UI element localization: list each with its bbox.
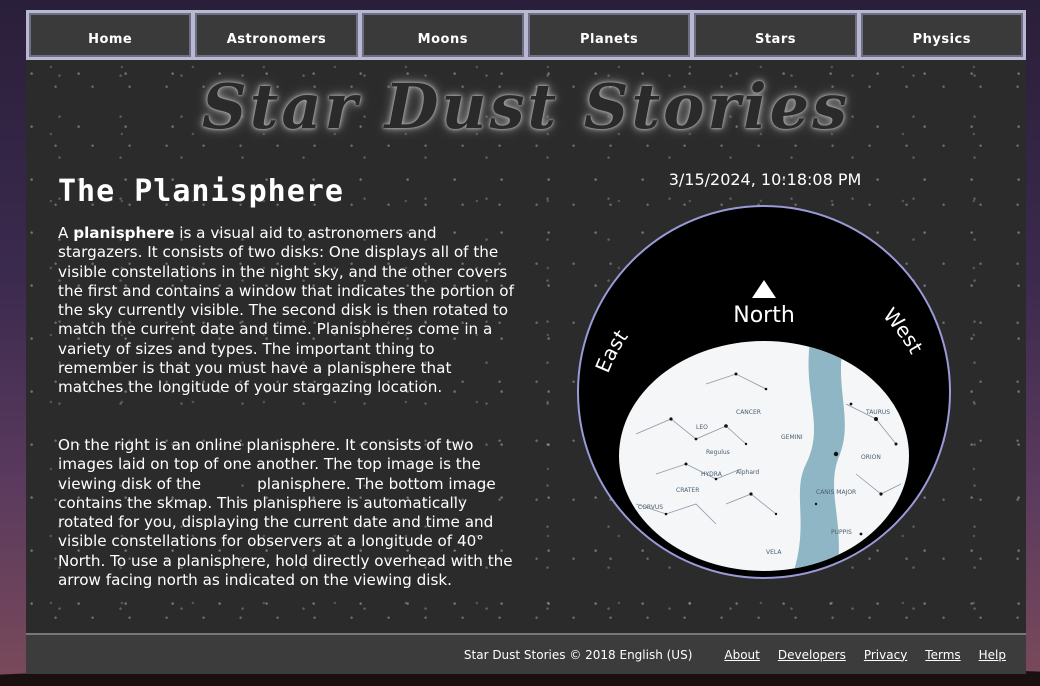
nav-home[interactable]: Home [29, 13, 192, 57]
constellation-label-canis-major: CANIS MAJOR [816, 489, 856, 496]
nav-planets[interactable]: Planets [527, 13, 691, 57]
constellation-label-crater: CRATER [676, 487, 699, 494]
constellation-label-orion: ORION [861, 454, 881, 461]
footer-link-privacy[interactable]: Privacy [864, 648, 907, 662]
constellation-label-cancer: CANCER [736, 409, 761, 416]
intro-paragraph: A planisphere is a visual aid to astrono… [58, 224, 518, 398]
site-footer: Star Dust Stories © 2018 English (US) Ab… [26, 633, 1026, 674]
constellation-label-leo: LEO [696, 424, 708, 431]
constellation-label-vela: VELA [766, 549, 782, 556]
site-title: Star Dust Stories [201, 70, 851, 143]
nav-astronomers[interactable]: Astronomers [195, 13, 358, 57]
intro-text-rest: is a visual aid to astronomers and starg… [58, 224, 514, 397]
constellation-label-gemini: GEMINI [781, 434, 803, 441]
north-label: North [733, 303, 795, 328]
constellation-label-puppis: PUPPIS [831, 529, 852, 536]
footer-link-help[interactable]: Help [979, 648, 1006, 662]
top-navigation: Home Astronomers Moons Planets Stars Phy… [26, 10, 1026, 60]
current-datetime: 3/15/2024, 10:18:08 PM [668, 170, 862, 189]
page-title: The Planisphere [58, 174, 344, 209]
intro-text-start: A [58, 224, 74, 242]
planisphere-disk: CANCER LEO HYDRA CRATER CORVUS VELA PUPP… [577, 205, 951, 579]
nav-moons[interactable]: Moons [361, 13, 524, 57]
star-label-alphard: Alphard [736, 469, 759, 476]
footer-link-about[interactable]: About [724, 648, 759, 662]
constellation-label-corvus: CORVUS [638, 504, 663, 511]
planisphere-term: planisphere [73, 224, 175, 242]
footer-link-developers[interactable]: Developers [778, 648, 846, 662]
copyright-text: Star Dust Stories © 2018 English (US) [463, 647, 693, 662]
footer-link-terms[interactable]: Terms [925, 648, 960, 662]
usage-paragraph: On the right is an online planisphere. I… [58, 436, 518, 590]
constellation-label-taurus: TAURUS [865, 409, 890, 416]
constellation-label-hydra: HYDRA [701, 471, 723, 478]
nav-stars[interactable]: Stars [694, 13, 857, 57]
star-label-regulus: Regulus [706, 449, 730, 456]
nav-physics[interactable]: Physics [860, 13, 1023, 57]
